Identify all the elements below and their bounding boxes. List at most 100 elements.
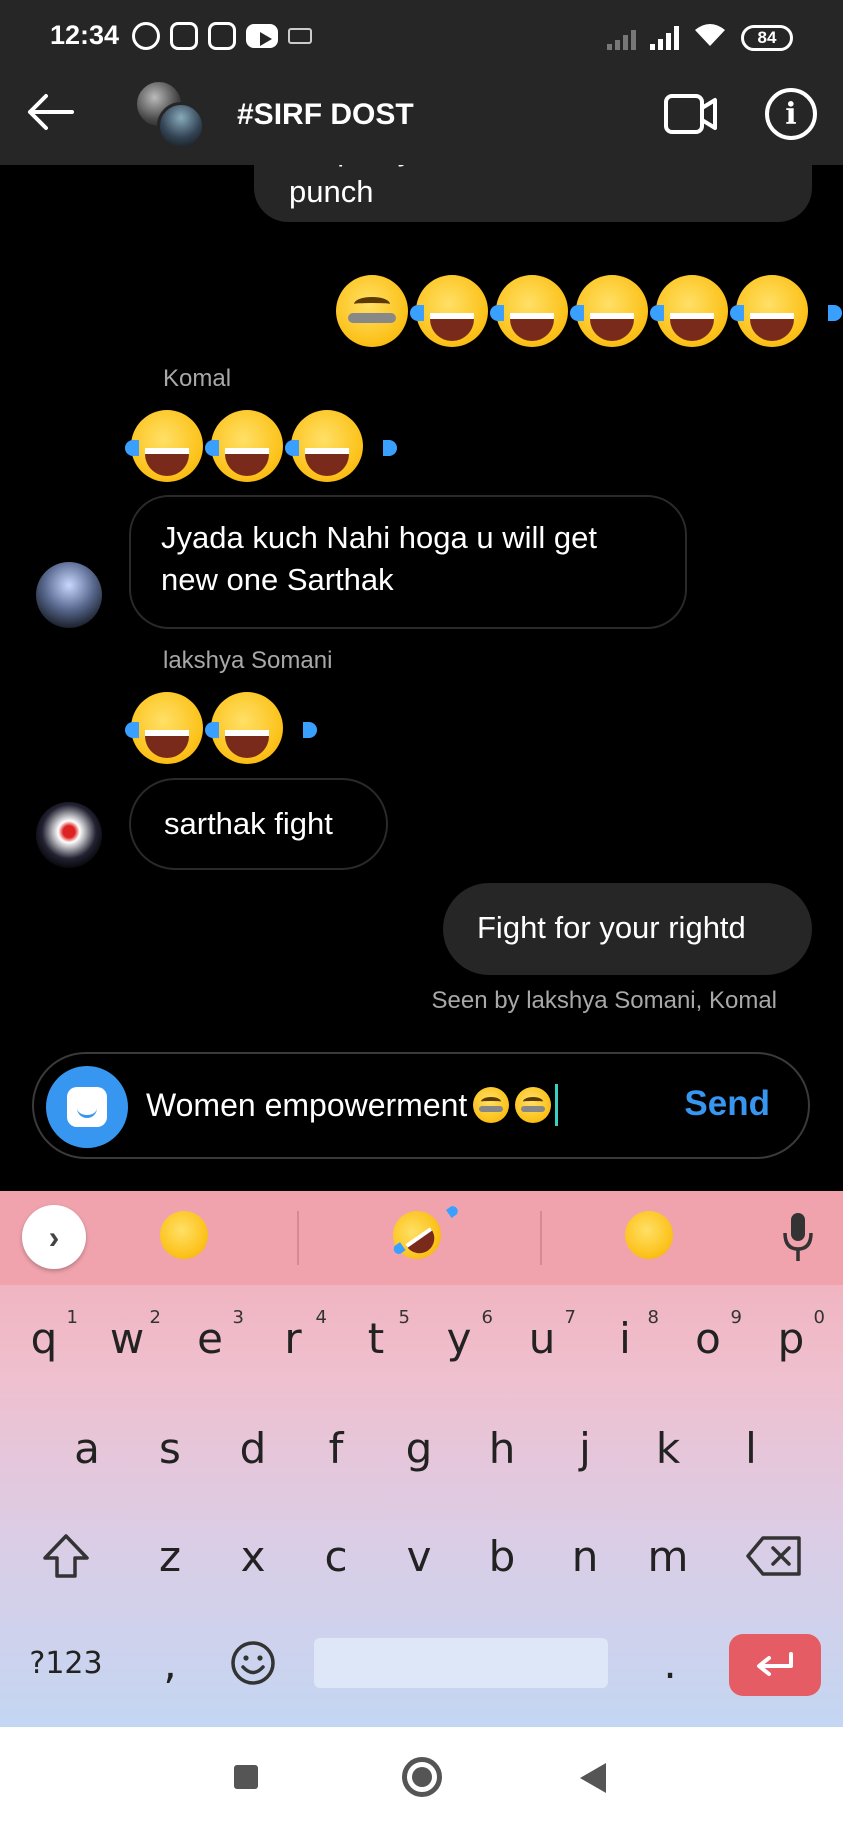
period-key[interactable]: . xyxy=(630,1618,710,1708)
status-bar: 12:34 84 xyxy=(0,0,843,62)
message-bubble-komal[interactable]: Jyada kuch Nahi hoga u will get new one … xyxy=(129,495,687,629)
member-avatar xyxy=(157,102,205,150)
suggestion-divider xyxy=(297,1211,299,1265)
space-key[interactable] xyxy=(314,1638,608,1688)
system-nav-bar xyxy=(0,1727,843,1827)
key-w[interactable]: w2 xyxy=(87,1293,167,1383)
keyboard-icon xyxy=(288,28,312,44)
key-s[interactable]: s xyxy=(130,1403,210,1493)
key-j[interactable]: j xyxy=(545,1403,625,1493)
back-triangle-icon[interactable] xyxy=(580,1763,606,1793)
recents-square-icon[interactable] xyxy=(234,1765,258,1789)
key-y[interactable]: y6 xyxy=(419,1293,499,1383)
emoji-message-mine[interactable] xyxy=(336,275,842,347)
message-list[interactable]: U open your tabs screen and hit punch Ko… xyxy=(0,165,843,1045)
key-g[interactable]: g xyxy=(379,1403,459,1493)
tears-of-joy-emoji xyxy=(125,410,237,482)
key-m[interactable]: m xyxy=(628,1511,708,1601)
voice-input-button[interactable] xyxy=(780,1209,816,1265)
message-text: U open your tabs screen and hit punch xyxy=(289,165,728,209)
key-z[interactable]: z xyxy=(130,1511,210,1601)
video-call-button[interactable] xyxy=(663,90,719,138)
key-t[interactable]: t5 xyxy=(336,1293,416,1383)
emoji-message-lakshya[interactable] xyxy=(125,692,317,764)
enter-arrow-icon xyxy=(757,1652,793,1676)
wifi-icon xyxy=(693,22,727,53)
message-composer[interactable]: Women empowerment Send xyxy=(32,1052,810,1159)
expand-toolbar-button[interactable]: › xyxy=(22,1205,86,1269)
group-avatar[interactable] xyxy=(135,80,205,150)
smiley-icon xyxy=(231,1641,275,1685)
tears-of-joy-emoji xyxy=(490,275,602,347)
avatar-lakshya[interactable] xyxy=(36,802,102,868)
key-k[interactable]: k xyxy=(628,1403,708,1493)
sender-name: Komal xyxy=(163,365,232,392)
key-q[interactable]: q1 xyxy=(4,1293,84,1383)
emoji-key[interactable] xyxy=(213,1618,293,1708)
key-d[interactable]: d xyxy=(213,1403,293,1493)
message-text: sarthak fight xyxy=(164,806,333,841)
message-bubble-mine[interactable]: U open your tabs screen and hit punch xyxy=(254,165,812,222)
enter-key[interactable] xyxy=(729,1634,821,1696)
key-n[interactable]: n xyxy=(545,1511,625,1601)
suggestion-unamused[interactable] xyxy=(160,1211,214,1265)
info-button[interactable]: i xyxy=(765,88,817,140)
message-text-line: Jyada kuch Nahi hoga u will get xyxy=(161,520,597,555)
key-a[interactable]: a xyxy=(47,1403,127,1493)
send-button[interactable]: Send xyxy=(684,1084,770,1124)
chat-title[interactable]: #SIRF DOST xyxy=(237,98,414,132)
message-text: Fight for your rightd xyxy=(477,910,746,945)
microphone-icon xyxy=(783,1213,813,1261)
key-u[interactable]: u7 xyxy=(502,1293,582,1383)
status-icons-right: 84 xyxy=(607,22,793,53)
signal-no-service-icon xyxy=(607,26,636,50)
suggestion-bar: › xyxy=(0,1191,843,1285)
key-r[interactable]: r4 xyxy=(253,1293,333,1383)
avatar-komal[interactable] xyxy=(36,562,102,628)
instagram-icon xyxy=(208,22,236,50)
video-call-icon xyxy=(664,94,717,134)
back-button[interactable] xyxy=(22,84,82,144)
chat-header: #SIRF DOST i xyxy=(0,62,843,165)
key-c[interactable]: c xyxy=(296,1511,376,1601)
home-circle-icon[interactable] xyxy=(402,1757,442,1797)
rolling-laughing-emoji xyxy=(383,1201,451,1269)
sticker-icon xyxy=(67,1087,107,1127)
tears-of-joy-emoji xyxy=(730,275,842,347)
tears-of-joy-emoji xyxy=(570,275,682,347)
backspace-key[interactable] xyxy=(734,1511,814,1601)
key-e[interactable]: e3 xyxy=(170,1293,250,1383)
tears-of-joy-emoji xyxy=(650,275,762,347)
zipper-mouth-emoji xyxy=(515,1087,552,1123)
key-f[interactable]: f xyxy=(296,1403,376,1493)
key-h[interactable]: h xyxy=(462,1403,542,1493)
symbols-key[interactable]: ?123 xyxy=(26,1618,106,1708)
battery-icon: 84 xyxy=(741,24,793,51)
status-icons-left xyxy=(132,22,312,50)
battery-level: 84 xyxy=(757,27,777,47)
key-o[interactable]: o9 xyxy=(668,1293,748,1383)
sticker-button[interactable] xyxy=(46,1066,128,1148)
text-cursor xyxy=(555,1084,559,1126)
tears-of-joy-emoji xyxy=(410,275,522,347)
key-i[interactable]: i8 xyxy=(585,1293,665,1383)
shift-key[interactable] xyxy=(26,1511,106,1601)
status-time: 12:34 xyxy=(50,20,120,50)
sender-name: lakshya Somani xyxy=(163,647,333,674)
info-icon: i xyxy=(785,96,797,132)
alarm-icon xyxy=(132,22,160,50)
message-bubble-lakshya[interactable]: sarthak fight xyxy=(129,778,388,870)
key-l[interactable]: l xyxy=(711,1403,791,1493)
suggestion-divider xyxy=(540,1211,542,1265)
suggestion-zany[interactable] xyxy=(625,1211,679,1265)
key-b[interactable]: b xyxy=(462,1511,542,1601)
key-v[interactable]: v xyxy=(379,1511,459,1601)
comma-key[interactable]: , xyxy=(130,1618,210,1708)
emoji-message-komal[interactable] xyxy=(125,410,397,482)
key-x[interactable]: x xyxy=(213,1511,293,1601)
suggestion-rofl[interactable] xyxy=(383,1201,451,1269)
message-bubble-mine[interactable]: Fight for your rightd xyxy=(443,883,812,975)
message-input[interactable]: Women empowerment xyxy=(146,1084,559,1126)
key-p[interactable]: p0 xyxy=(751,1293,831,1383)
arrow-left-icon xyxy=(28,94,74,130)
